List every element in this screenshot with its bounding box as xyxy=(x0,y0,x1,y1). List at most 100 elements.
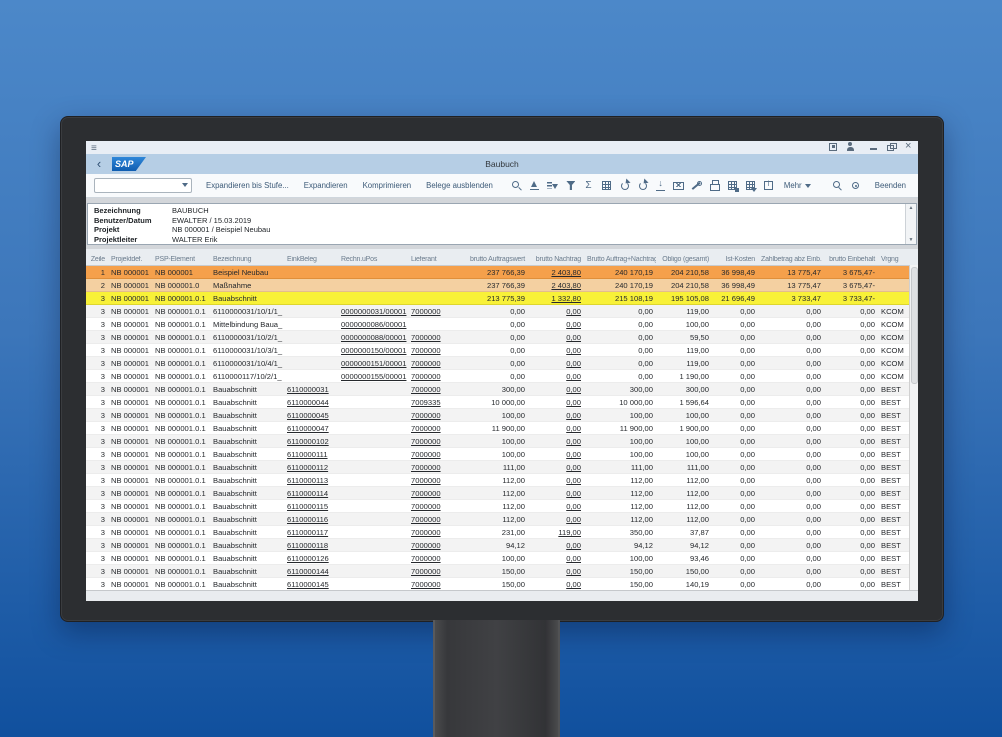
scroll-up-icon[interactable]: ▲ xyxy=(909,205,914,211)
link-lieferant[interactable]: 7000000 xyxy=(411,424,441,433)
refresh-icon[interactable] xyxy=(619,180,630,191)
header-panel-scrollbar[interactable]: ▲ ▼ xyxy=(905,204,916,244)
table-row[interactable]: 3NB 000001NB 000001.0.1Bauabschnitt61100… xyxy=(86,461,918,474)
column-header-projektdef[interactable]: Projektdef. xyxy=(108,256,152,265)
download-icon[interactable] xyxy=(655,180,666,191)
close-icon[interactable] xyxy=(903,142,913,152)
link-brutto_nachtrag[interactable]: 0,00 xyxy=(566,580,581,589)
link-brutto_nachtrag[interactable]: 0,00 xyxy=(566,515,581,524)
link-brutto_nachtrag[interactable]: 1 332,80 xyxy=(551,294,581,303)
link-lieferant[interactable]: 7000000 xyxy=(411,580,441,589)
export-table-icon[interactable] xyxy=(727,180,738,191)
table-row[interactable]: 3NB 000001NB 000001.0.1Bauabschnitt61100… xyxy=(86,487,918,500)
link-einkbeleg[interactable]: 6110000114 xyxy=(287,489,328,498)
mail-icon[interactable] xyxy=(673,180,684,191)
column-header-brutto_auftrag_nachtrag[interactable]: Brutto Auftrag+Nachtrag xyxy=(584,256,656,265)
link-lieferant[interactable]: 7000000 xyxy=(411,489,441,498)
link-rechn_upos[interactable]: 0000000151/00001 xyxy=(341,359,406,368)
filter-icon[interactable] xyxy=(565,180,576,191)
layout-combobox[interactable] xyxy=(94,178,192,193)
link-brutto_nachtrag[interactable]: 0,00 xyxy=(566,554,581,563)
link-lieferant[interactable]: 7000000 xyxy=(411,502,441,511)
column-header-brutto_einbehalt[interactable]: brutto Einbehalt xyxy=(824,256,878,265)
table-row[interactable]: 3NB 000001NB 000001.0.1Bauabschnitt61100… xyxy=(86,539,918,552)
table-row[interactable]: 3NB 000001NB 000001.0.1Bauabschnitt61100… xyxy=(86,526,918,539)
link-brutto_nachtrag[interactable]: 2 403,80 xyxy=(551,268,581,277)
column-header-zeile[interactable]: Zeile xyxy=(86,256,108,265)
column-header-bezeichnung[interactable]: Bezeichnung xyxy=(210,256,284,265)
link-lieferant[interactable]: 7000000 xyxy=(411,307,441,316)
settings-icon[interactable] xyxy=(850,180,861,191)
link-brutto_nachtrag[interactable]: 0,00 xyxy=(566,411,581,420)
column-header-rechn_upos[interactable]: Rechn.uPos xyxy=(338,256,408,265)
link-brutto_nachtrag[interactable]: 0,00 xyxy=(566,489,581,498)
table-row[interactable]: 3NB 000001NB 000001.0.1Bauabschnitt61100… xyxy=(86,435,918,448)
search-icon[interactable] xyxy=(832,180,843,191)
table-row[interactable]: 3NB 000001NB 000001.0.1Bauabschnitt61100… xyxy=(86,409,918,422)
link-lieferant[interactable]: 7000000 xyxy=(411,463,441,472)
table-row[interactable]: 3NB 000001NB 000001.0.1Bauabschnitt213 7… xyxy=(86,292,918,305)
link-lieferant[interactable]: 7000000 xyxy=(411,528,441,537)
link-brutto_nachtrag[interactable]: 0,00 xyxy=(566,307,581,316)
link-einkbeleg[interactable]: 6110000044 xyxy=(287,398,329,407)
restore-icon[interactable] xyxy=(886,142,896,152)
table-row[interactable]: 3NB 000001NB 000001.0.1Mittelbindung Bau… xyxy=(86,318,918,331)
column-header-vrgng[interactable]: Vrgng xyxy=(878,256,910,265)
link-lieferant[interactable]: 7000000 xyxy=(411,346,441,355)
link-rechn_upos[interactable]: 0000000088/00001 xyxy=(341,333,406,342)
toolbar-button[interactable]: Komprimieren xyxy=(363,181,412,190)
table-row[interactable]: 1NB 000001NB 000001Beispiel Neubau237 76… xyxy=(86,266,918,279)
link-rechn_upos[interactable]: 0000000155/00001 xyxy=(341,372,406,381)
table-row[interactable]: 3NB 000001NB 000001.0.16110000117/10/2/1… xyxy=(86,370,918,383)
link-einkbeleg[interactable]: 6110000144 xyxy=(287,567,329,576)
link-lieferant[interactable]: 7000000 xyxy=(411,476,441,485)
link-brutto_nachtrag[interactable]: 119,00 xyxy=(558,528,581,537)
link-einkbeleg[interactable]: 6110000115 xyxy=(287,502,328,511)
column-header-brutto_auftragswert[interactable]: brutto Auftragswert xyxy=(450,256,528,265)
menu-icon[interactable] xyxy=(91,143,101,153)
link-lieferant[interactable]: 7000000 xyxy=(411,411,441,420)
link-lieferant[interactable]: 7000000 xyxy=(411,567,441,576)
link-brutto_nachtrag[interactable]: 0,00 xyxy=(566,437,581,446)
column-header-lieferant[interactable]: Lieferant xyxy=(408,256,450,265)
link-brutto_nachtrag[interactable]: 0,00 xyxy=(566,502,581,511)
minimize-icon[interactable] xyxy=(869,142,879,152)
scrollbar-thumb[interactable] xyxy=(911,267,918,384)
scroll-down-icon[interactable]: ▼ xyxy=(909,237,914,243)
sum-icon[interactable] xyxy=(583,180,594,191)
column-header-ist_kosten[interactable]: Ist-Kosten xyxy=(712,256,758,265)
link-brutto_nachtrag[interactable]: 0,00 xyxy=(566,359,581,368)
toolbar-button[interactable]: Expandieren xyxy=(304,181,348,190)
link-brutto_nachtrag[interactable]: 0,00 xyxy=(566,567,581,576)
link-brutto_nachtrag[interactable]: 0,00 xyxy=(566,398,581,407)
link-rechn_upos[interactable]: 0000000031/00001 xyxy=(341,307,406,316)
link-brutto_nachtrag[interactable]: 2 403,80 xyxy=(551,281,581,290)
link-lieferant[interactable]: 7000000 xyxy=(411,554,441,563)
link-brutto_nachtrag[interactable]: 0,00 xyxy=(566,372,581,381)
table-row[interactable]: 3NB 000001NB 000001.0.16110000031/10/2/1… xyxy=(86,331,918,344)
detail-icon[interactable] xyxy=(763,180,774,191)
link-einkbeleg[interactable]: 6110000113 xyxy=(287,476,328,485)
table-row[interactable]: 3NB 000001NB 000001.0.1Bauabschnitt61100… xyxy=(86,422,918,435)
table-row[interactable]: 3NB 000001NB 000001.0.1Bauabschnitt61100… xyxy=(86,513,918,526)
link-lieferant[interactable]: 7000000 xyxy=(411,437,441,446)
link-einkbeleg[interactable]: 6110000126 xyxy=(287,554,329,563)
table-row[interactable]: 3NB 000001NB 000001.0.16110000031/10/3/1… xyxy=(86,344,918,357)
link-lieferant[interactable]: 7000000 xyxy=(411,541,441,550)
sort-ascending-icon[interactable] xyxy=(529,180,540,191)
link-brutto_nachtrag[interactable]: 0,00 xyxy=(566,424,581,433)
column-header-psp_element[interactable]: PSP-Element xyxy=(152,256,210,265)
link-einkbeleg[interactable]: 6110000045 xyxy=(287,411,329,420)
app-window-icon[interactable] xyxy=(828,142,838,152)
column-header-zahlbetrag_abz_einb[interactable]: Zahlbetrag abz Einb. xyxy=(758,256,824,265)
link-rechn_upos[interactable]: 0000000086/00001 xyxy=(341,320,406,329)
link-brutto_nachtrag[interactable]: 0,00 xyxy=(566,541,581,550)
table-vertical-scrollbar[interactable] xyxy=(909,265,918,590)
link-einkbeleg[interactable]: 6110000047 xyxy=(287,424,329,433)
link-lieferant[interactable]: 7000000 xyxy=(411,450,441,459)
link-brutto_nachtrag[interactable]: 0,00 xyxy=(566,333,581,342)
table-row[interactable]: 3NB 000001NB 000001.0.1Bauabschnitt61100… xyxy=(86,396,918,409)
link-brutto_nachtrag[interactable]: 0,00 xyxy=(566,346,581,355)
table-row[interactable]: 2NB 000001NB 000001.0Maßnahme237 766,392… xyxy=(86,279,918,292)
link-rechn_upos[interactable]: 0000000150/00001 xyxy=(341,346,406,355)
